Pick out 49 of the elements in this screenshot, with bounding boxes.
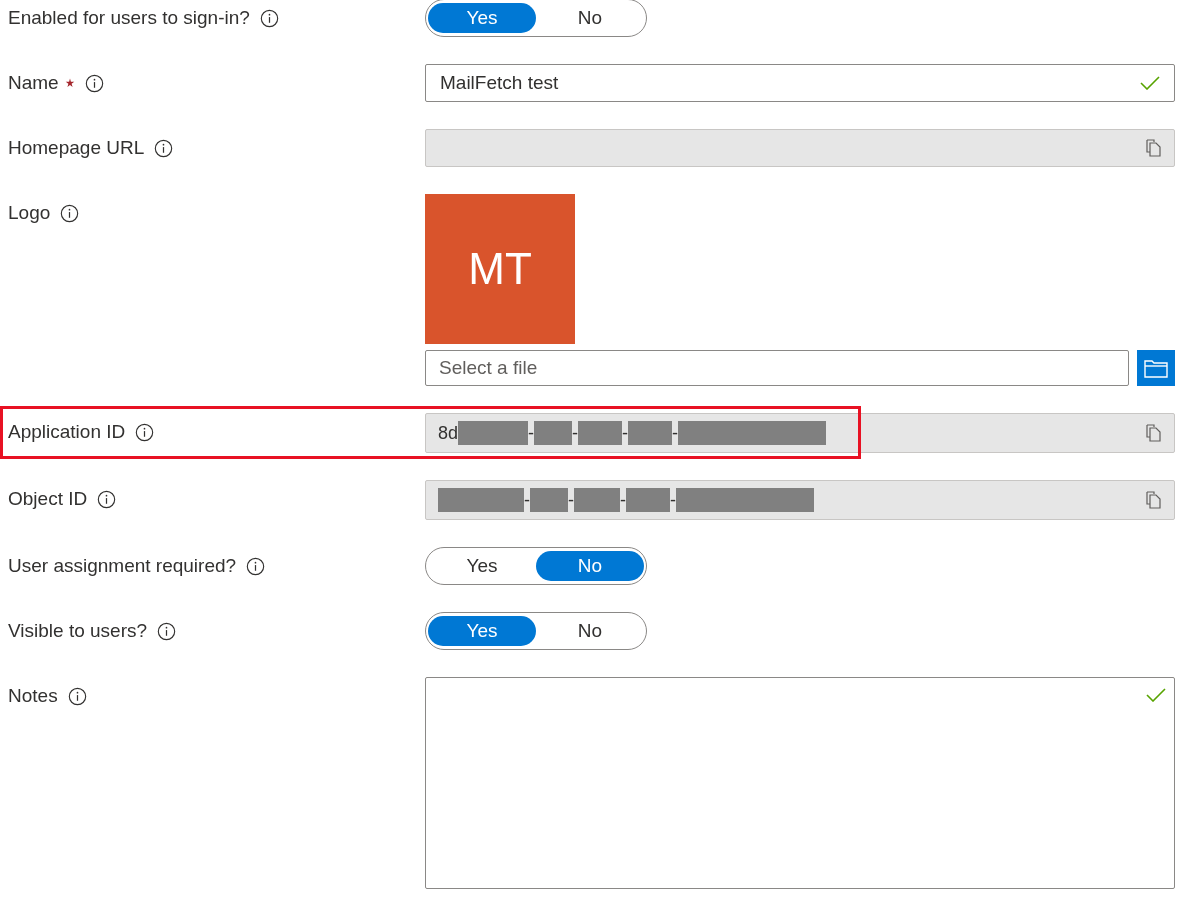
toggle-option[interactable]: No [536,616,644,646]
info-icon[interactable] [97,489,117,509]
info-icon[interactable] [135,422,155,442]
field-label: Name [8,72,59,94]
id-text: - [568,489,574,511]
copy-icon[interactable] [1146,491,1162,509]
notes-field[interactable] [425,677,1175,889]
redaction-block [578,421,623,445]
id-text: - [670,489,676,511]
toggle-option[interactable]: No [536,551,644,581]
info-icon[interactable] [246,556,266,576]
app-logo: MT [425,194,575,344]
toggle-option[interactable]: Yes [428,551,536,581]
field-label: Visible to users? [8,620,148,642]
id-text: - [528,422,535,444]
file-field[interactable]: Select a file [425,350,1129,386]
name-field[interactable]: MailFetch test [425,64,1175,102]
field-label: User assignment required? [8,555,237,577]
toggle-option[interactable]: No [536,3,644,33]
info-icon[interactable] [84,73,104,93]
copy-icon[interactable] [1146,424,1162,442]
field-label: Object ID [8,488,88,510]
field-label: Notes [8,685,58,707]
field-label: Logo [8,202,51,224]
id-text: - [672,422,679,444]
field-label: Application ID [8,421,126,443]
info-icon[interactable] [67,686,87,706]
redaction-block [626,488,670,512]
info-icon[interactable] [157,621,177,641]
redaction-block [534,421,573,445]
info-icon[interactable] [259,8,279,28]
browse-button[interactable] [1137,350,1175,386]
field-label: Homepage URL [8,137,145,159]
info-icon[interactable] [60,203,80,223]
id-text: - [622,422,629,444]
folder-icon [1143,358,1169,378]
copy-icon[interactable] [1146,139,1162,157]
toggle-option[interactable]: Yes [428,3,536,33]
info-icon[interactable] [154,138,174,158]
id-text: 8d [438,422,459,444]
redaction-block [628,421,673,445]
id-text: - [572,422,579,444]
field-label: Enabled for users to sign-in? [8,7,250,29]
id-text: - [524,489,530,511]
id-text: - [620,489,626,511]
redaction-block [458,421,529,445]
redaction-block [574,488,620,512]
toggle-option[interactable]: Yes [428,616,536,646]
redaction-block [530,488,568,512]
